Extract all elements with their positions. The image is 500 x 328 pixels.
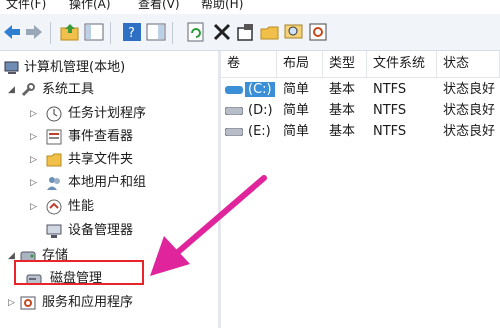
users-icon <box>47 177 60 190</box>
drive-icon <box>225 128 243 136</box>
status-cell: 状态良好 <box>443 103 496 118</box>
column-header-filesystem[interactable]: 文件系统 <box>367 51 437 77</box>
open-folder-icon <box>260 26 279 40</box>
forward-button[interactable] <box>24 22 44 42</box>
search-disk-icon <box>284 24 303 39</box>
clock-icon <box>46 106 62 122</box>
column-header-volume[interactable]: 卷 <box>221 51 277 77</box>
back-icon <box>4 25 20 39</box>
column-header-layout[interactable]: 布局 <box>277 51 323 77</box>
drive-icon <box>225 107 243 115</box>
filesystem-cell: NTFS <box>373 103 407 118</box>
volume-name: (E:) <box>248 124 271 139</box>
help-icon: ? <box>123 23 141 41</box>
search-disk-button[interactable] <box>284 22 304 42</box>
list-header: 卷 布局 类型 文件系统 状态 <box>221 51 500 78</box>
tree-item-services-apps[interactable]: ▷ 服务和应用程序 <box>0 292 218 314</box>
layout-cell: 简单 <box>283 124 310 139</box>
volume-name: (D:) <box>248 103 273 118</box>
table-row[interactable]: (C:) 简单 基本 NTFS 状态良好 <box>221 80 500 100</box>
delete-button[interactable] <box>212 22 232 42</box>
tree-item-event-viewer[interactable]: ▷ 事件查看器 <box>0 126 218 148</box>
up-folder-button[interactable] <box>60 22 80 42</box>
tools-icon <box>21 83 35 97</box>
collapse-arrow-icon[interactable]: ▷ <box>30 126 37 148</box>
filesystem-cell: NTFS <box>373 82 407 97</box>
navigation-tree: 计算机管理(本地) ◢ 系统工具 ▷ 任务计划程序 ▷ 事件查看器 ▷ 共享文件… <box>0 51 218 328</box>
help-button[interactable]: ? <box>122 22 142 42</box>
computer-management-icon <box>4 61 19 74</box>
menu-action[interactable]: 操作(A) <box>69 0 111 10</box>
toolbar-separator <box>50 22 51 44</box>
layout-cell: 简单 <box>283 103 310 118</box>
column-header-status[interactable]: 状态 <box>437 51 500 77</box>
expand-arrow-icon[interactable]: ◢ <box>8 79 15 101</box>
tree-item-system-tools[interactable]: ◢ 系统工具 <box>0 79 218 101</box>
device-manager-icon <box>46 224 62 238</box>
tree-label-shared-folders: 共享文件夹 <box>68 152 134 167</box>
tree-item-performance[interactable]: ▷ 性能 <box>0 196 218 218</box>
properties-button[interactable] <box>236 22 256 42</box>
collapse-arrow-icon[interactable]: ▷ <box>30 149 37 171</box>
type-cell: 基本 <box>329 124 356 139</box>
tree-item-shared-folders[interactable]: ▷ 共享文件夹 <box>0 149 218 171</box>
drive-icon <box>225 86 243 94</box>
properties-icon <box>237 24 253 41</box>
toolbar-separator <box>110 22 111 44</box>
table-row[interactable]: (D:) 简单 基本 NTFS 状态良好 <box>221 101 500 121</box>
show-tree-icon <box>84 23 104 41</box>
svg-text:?: ? <box>128 26 135 41</box>
column-header-type[interactable]: 类型 <box>323 51 367 77</box>
tree-item-local-users[interactable]: ▷ 本地用户和组 <box>0 172 218 194</box>
delete-icon <box>213 23 231 41</box>
tree-label-performance: 性能 <box>68 199 95 214</box>
back-button[interactable] <box>2 22 22 42</box>
up-folder-icon <box>60 24 79 41</box>
filesystem-cell: NTFS <box>373 124 407 139</box>
volume-name: (C:) <box>245 82 275 97</box>
panel-button[interactable] <box>146 22 166 42</box>
collapse-arrow-icon[interactable]: ▷ <box>30 103 37 125</box>
tree-item-task-scheduler[interactable]: ▷ 任务计划程序 <box>0 103 218 125</box>
collapse-arrow-icon[interactable]: ▷ <box>30 196 37 218</box>
table-row[interactable]: (E:) 简单 基本 NTFS 状态良好 <box>221 122 500 142</box>
menu-help[interactable]: 帮助(H) <box>201 0 243 10</box>
settings-button[interactable] <box>308 22 328 42</box>
collapse-arrow-icon[interactable]: ▷ <box>30 172 37 194</box>
toolbar: ? <box>0 14 500 51</box>
menu-file[interactable]: 文件(F) <box>6 0 46 10</box>
menu-view[interactable]: 查看(V) <box>138 0 180 10</box>
type-cell: 基本 <box>329 103 356 118</box>
settings-icon <box>309 23 327 41</box>
forward-icon <box>26 25 42 39</box>
services-icon <box>20 296 36 310</box>
show-tree-button[interactable] <box>84 22 104 42</box>
tree-label-device-manager: 设备管理器 <box>68 223 134 238</box>
tree-label-local-users: 本地用户和组 <box>68 175 147 190</box>
status-cell: 状态良好 <box>443 124 496 139</box>
type-cell: 基本 <box>329 82 356 97</box>
tree-label-root: 计算机管理(本地) <box>24 60 126 75</box>
panel-icon <box>146 23 166 41</box>
tree-item-device-manager[interactable]: 设备管理器 <box>0 220 218 242</box>
refresh-icon <box>187 22 204 42</box>
shared-folder-icon <box>46 153 62 167</box>
tree-label-task-scheduler: 任务计划程序 <box>68 106 147 121</box>
tree-label-event-viewer: 事件查看器 <box>68 129 134 144</box>
volume-list: 卷 布局 类型 文件系统 状态 (C:) 简单 基本 NTFS 状态良好 (D:… <box>221 51 500 328</box>
tree-item-root[interactable]: 计算机管理(本地) <box>0 57 218 79</box>
highlight-box <box>14 260 144 285</box>
layout-cell: 简单 <box>283 82 310 97</box>
toolbar-separator <box>172 22 173 44</box>
status-cell: 状态良好 <box>443 82 496 97</box>
event-viewer-icon <box>46 129 62 145</box>
performance-icon <box>46 199 62 215</box>
open-folder-button[interactable] <box>260 22 280 42</box>
tree-label-system-tools: 系统工具 <box>42 82 95 97</box>
collapse-arrow-icon[interactable]: ▷ <box>8 292 15 314</box>
refresh-button[interactable] <box>186 22 206 42</box>
menu-bar: 文件(F) 操作(A) 查看(V) 帮助(H) <box>0 0 500 14</box>
tree-label-services-apps: 服务和应用程序 <box>42 295 134 310</box>
